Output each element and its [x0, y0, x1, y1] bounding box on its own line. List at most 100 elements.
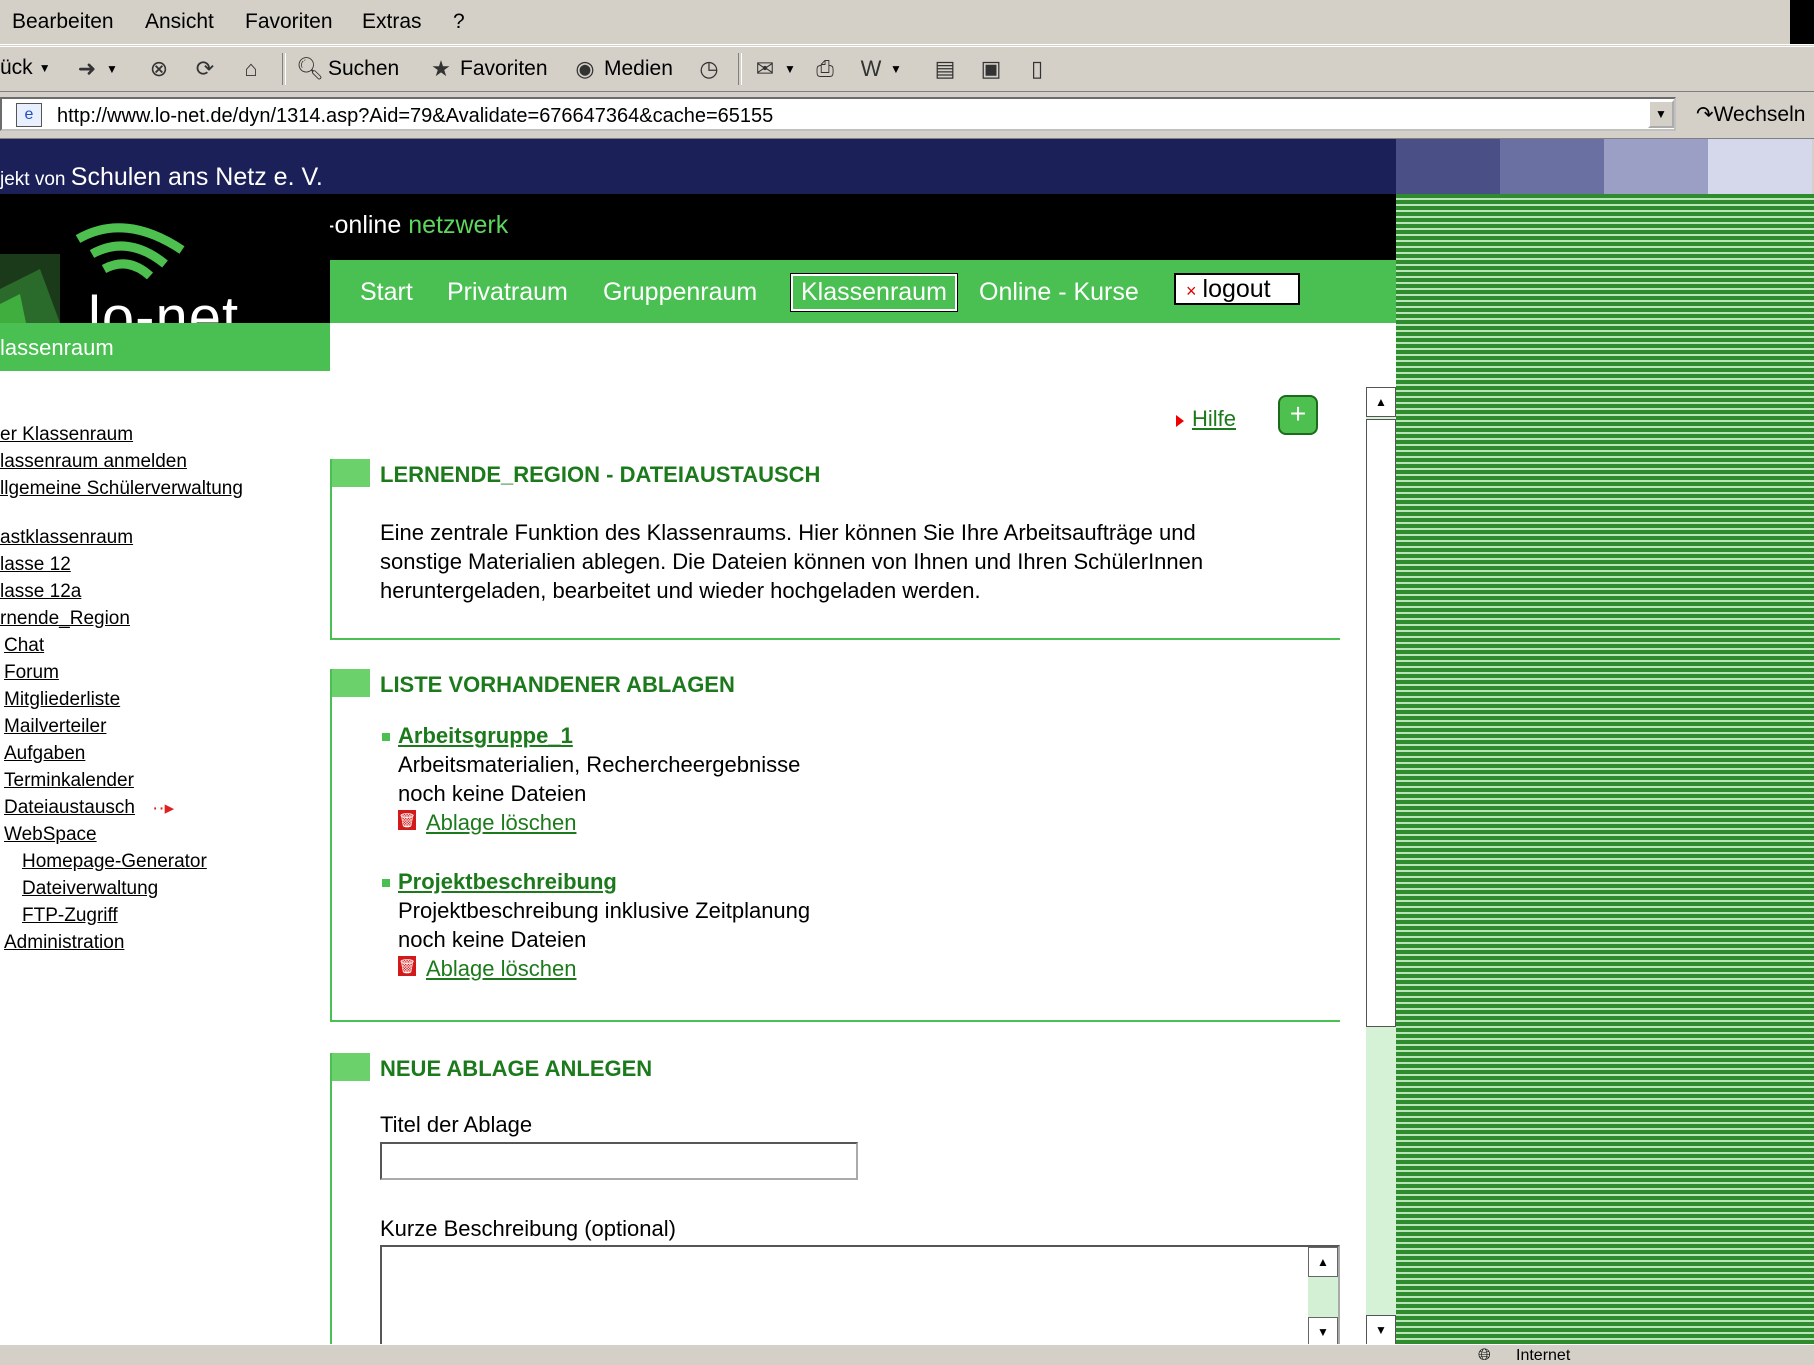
- media-icon: ◉: [575, 56, 595, 81]
- url-input[interactable]: e http://www.lo-net.de/dyn/1314.asp?Aid=…: [0, 97, 1676, 131]
- search-label: Suchen: [328, 57, 400, 80]
- sidebar-item-mein-klassenraum[interactable]: er Klassenraum: [0, 424, 133, 446]
- address-bar: e http://www.lo-net.de/dyn/1314.asp?Aid=…: [0, 92, 1814, 139]
- intro-section: LERNENDE_REGION - DATEIAUSTAUSCH Eine ze…: [330, 459, 1340, 640]
- history-button[interactable]: ◷: [696, 56, 722, 82]
- delete-storage-link[interactable]: Ablage löschen: [426, 810, 576, 836]
- logo[interactable]: lo-net: [0, 194, 330, 323]
- sidebar-item-gastklassenraum[interactable]: astklassenraum: [0, 527, 133, 549]
- home-icon: ⌂: [244, 56, 258, 81]
- back-label: ück: [0, 56, 33, 79]
- stop-icon: ⊗: [149, 56, 169, 81]
- right-banner: [1396, 139, 1814, 194]
- nav-start[interactable]: Start: [360, 278, 413, 307]
- refresh-icon: ⟳: [195, 56, 215, 81]
- description-textarea[interactable]: ▲ ▼: [380, 1245, 1340, 1344]
- section-marker: [332, 1053, 370, 1081]
- page-icon: ▯: [1030, 56, 1044, 81]
- right-decoration: [1396, 139, 1814, 1344]
- nav-gruppenraum[interactable]: Gruppenraum: [603, 278, 757, 307]
- url-dropdown-button[interactable]: ▼: [1648, 100, 1674, 128]
- nav-online-kurse[interactable]: Online - Kurse: [979, 278, 1139, 307]
- arrow-right-icon: [1176, 415, 1184, 427]
- edit-button[interactable]: W ▼: [858, 56, 902, 82]
- home-button[interactable]: ⌂: [238, 56, 264, 82]
- sidebar-item-mailverteiler[interactable]: Mailverteiler: [4, 716, 106, 738]
- media-label: Medien: [604, 57, 673, 80]
- project-name: Schulen ans Netz e. V.: [70, 163, 323, 191]
- scroll-up-button[interactable]: ▲: [1366, 387, 1396, 417]
- page-scrollbar[interactable]: ▲ ▼: [1366, 387, 1396, 1345]
- menu-extras[interactable]: Extras: [362, 10, 422, 34]
- sidebar-item-schuelerverwaltung[interactable]: llgemeine Schülerverwaltung: [0, 478, 243, 500]
- chevron-down-icon: ▼: [106, 62, 118, 76]
- project-prefix: jekt von: [0, 169, 66, 190]
- storage-list-heading: LISTE VORHANDENER ABLAGEN: [380, 672, 735, 697]
- history-icon: ◷: [699, 56, 719, 81]
- chevron-down-icon[interactable]: ▼: [1308, 1317, 1338, 1344]
- main-content: Hilfe + LERNENDE_REGION - DATEIAUSTAUSCH…: [330, 371, 1340, 1344]
- storage-title-link[interactable]: Projektbeschreibung: [398, 869, 617, 895]
- sidebar-item-terminkalender[interactable]: Terminkalender: [4, 770, 134, 792]
- favorites-button[interactable]: ★ Favoriten: [428, 56, 548, 82]
- list-bullet: [382, 733, 390, 741]
- top-banner: jekt von Schulen ans Netz e. V.: [0, 139, 1396, 194]
- toolbar-separator: [282, 53, 286, 85]
- title-input[interactable]: [380, 1142, 858, 1180]
- delete-storage-link[interactable]: Ablage löschen: [426, 956, 576, 982]
- print-button[interactable]: ⎙: [812, 56, 838, 82]
- add-button[interactable]: +: [1278, 395, 1318, 435]
- current-page-arrow-icon: ··▸: [152, 798, 175, 819]
- sidebar-item-aufgaben[interactable]: Aufgaben: [4, 743, 85, 765]
- sidebar-item-chat[interactable]: Chat: [4, 635, 44, 657]
- sidebar-item-dateiaustausch[interactable]: Dateiaustausch: [4, 797, 135, 819]
- word-icon: W: [860, 56, 882, 81]
- textarea-scrollbar[interactable]: ▲ ▼: [1308, 1247, 1338, 1344]
- discuss-button[interactable]: ▤: [932, 56, 958, 82]
- go-button[interactable]: ↷Wechseln: [1696, 102, 1805, 127]
- sidebar-item-klasse-12a[interactable]: lasse 12a: [0, 581, 81, 603]
- back-button[interactable]: ück ▼: [0, 56, 51, 80]
- sidebar-item-lernende-region[interactable]: rnende_Region: [0, 608, 130, 630]
- menu-favoriten[interactable]: Favoriten: [245, 10, 333, 34]
- logout-button[interactable]: × logout: [1174, 273, 1300, 305]
- menu-bearbeiten[interactable]: Bearbeiten: [12, 10, 114, 34]
- nav-privatraum[interactable]: Privatraum: [447, 278, 568, 307]
- intro-text-line1: Eine zentrale Funktion des Klassenraums.…: [380, 520, 1196, 545]
- sidebar-item-homepage-generator[interactable]: Homepage-Generator: [22, 851, 207, 873]
- help-link[interactable]: Hilfe: [1192, 406, 1236, 432]
- sidebar-item-ftp-zugriff[interactable]: FTP-Zugriff: [22, 905, 118, 927]
- sidebar-item-mitgliederliste[interactable]: Mitgliederliste: [4, 689, 120, 711]
- favorites-label: Favoriten: [460, 57, 548, 80]
- scroll-down-button[interactable]: ▼: [1366, 1315, 1396, 1345]
- forward-button[interactable]: ➜ ▼: [74, 56, 118, 82]
- messenger-button[interactable]: ▣: [978, 56, 1004, 82]
- description-field-label: Kurze Beschreibung (optional): [380, 1216, 676, 1241]
- chevron-down-icon: ▼: [1375, 1323, 1387, 1337]
- research-button[interactable]: ▯: [1024, 56, 1050, 82]
- storage-list-section: LISTE VORHANDENER ABLAGEN Arbeitsgruppe_…: [330, 669, 1340, 1022]
- nav-klassenraum[interactable]: Klassenraum: [790, 273, 958, 312]
- print-icon: ⎙: [816, 56, 834, 81]
- sidebar-item-administration[interactable]: Administration: [4, 932, 124, 954]
- chevron-down-icon: ▼: [38, 61, 51, 75]
- sidebar-item-webspace[interactable]: WebSpace: [4, 824, 97, 846]
- chevron-up-icon: ▲: [1375, 395, 1387, 409]
- sidebar-item-forum[interactable]: Forum: [4, 662, 59, 684]
- storage-title-link[interactable]: Arbeitsgruppe_1: [398, 723, 573, 749]
- trash-icon: 🗑︎: [398, 810, 416, 830]
- sidebar-item-klassenraum-anmelden[interactable]: lassenraum anmelden: [0, 451, 187, 473]
- chevron-up-icon[interactable]: ▲: [1308, 1247, 1338, 1277]
- search-button[interactable]: 🔍︎ Suchen: [296, 56, 399, 82]
- stop-button[interactable]: ⊗: [146, 56, 172, 82]
- media-button[interactable]: ◉ Medien: [572, 56, 673, 82]
- scroll-thumb[interactable]: [1366, 419, 1396, 1027]
- menu-ansicht[interactable]: Ansicht: [145, 10, 214, 34]
- sidebar-item-klasse-12[interactable]: lasse 12: [0, 554, 71, 576]
- refresh-button[interactable]: ⟳: [192, 56, 218, 82]
- intro-text-line3: heruntergeladen, bearbeitet und wieder h…: [380, 578, 981, 603]
- menu-help[interactable]: ?: [453, 10, 465, 34]
- chevron-down-icon: ▼: [784, 62, 796, 76]
- sidebar-item-dateiverwaltung[interactable]: Dateiverwaltung: [22, 878, 158, 900]
- mail-button[interactable]: ✉ ▼: [752, 56, 796, 82]
